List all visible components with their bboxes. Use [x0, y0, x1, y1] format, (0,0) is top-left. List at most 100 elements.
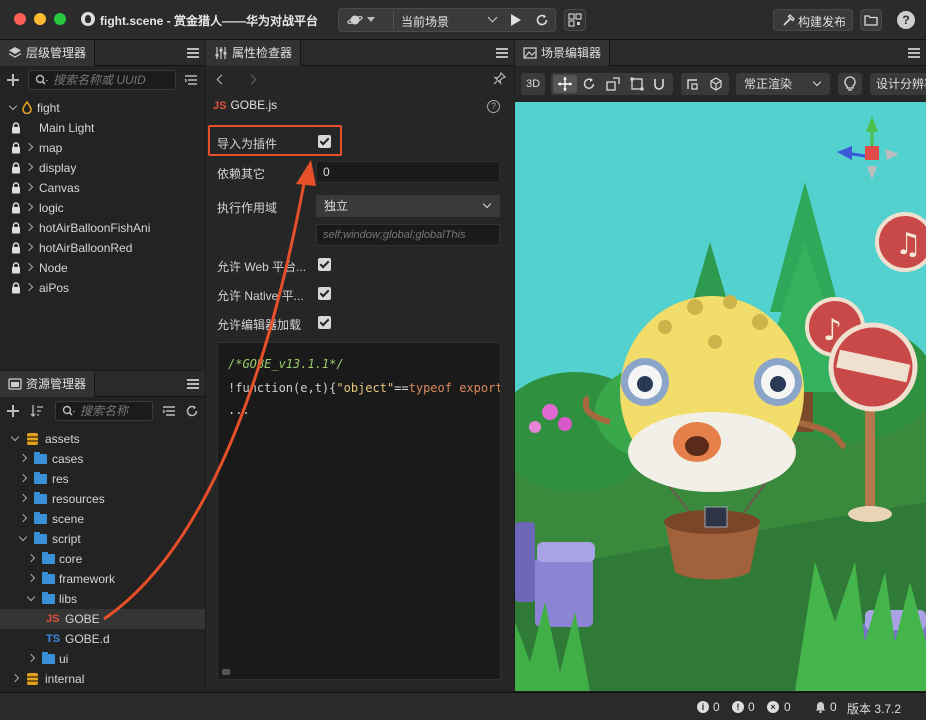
- back-arrow-icon[interactable]: [216, 74, 227, 85]
- chevron-right-icon[interactable]: [26, 553, 36, 563]
- code-preview[interactable]: /*GOBE_v13.1.1*/ !function(e,t){"object"…: [217, 342, 501, 680]
- warning-icon[interactable]: !: [732, 701, 744, 713]
- scope-select[interactable]: 独立: [316, 195, 500, 217]
- chevron-right-icon[interactable]: [26, 573, 36, 583]
- sort-list-icon[interactable]: [162, 404, 176, 418]
- asset-row-internal[interactable]: internal: [0, 669, 205, 689]
- lock-icon[interactable]: [11, 122, 21, 134]
- lock-icon[interactable]: [11, 162, 21, 174]
- asset-row-folder[interactable]: ui: [0, 649, 205, 669]
- chevron-down-icon[interactable]: [8, 101, 18, 111]
- chevron-right-icon[interactable]: [24, 142, 34, 152]
- tree-row-node[interactable]: hotAirBalloonFishAni: [0, 218, 205, 238]
- allow-web-checkbox[interactable]: [318, 258, 331, 271]
- lock-icon[interactable]: [11, 202, 21, 214]
- scene-viewport[interactable]: ♫ ♪: [515, 102, 926, 691]
- rotate-tool-icon[interactable]: [581, 76, 597, 92]
- depends-input[interactable]: 0: [316, 161, 500, 183]
- render-mode-select[interactable]: 常正渲染: [736, 73, 830, 95]
- orientation-gizmo[interactable]: [837, 116, 899, 180]
- asset-row-folder[interactable]: cases: [0, 449, 205, 469]
- lock-icon[interactable]: [11, 182, 21, 194]
- chevron-down-icon[interactable]: [10, 432, 20, 442]
- design-resolution-select[interactable]: 设计分辨率: [870, 73, 926, 95]
- scale-tool-icon[interactable]: [605, 76, 621, 92]
- chevron-right-icon[interactable]: [24, 202, 34, 212]
- tree-row-node[interactable]: Main Light: [0, 118, 205, 138]
- chevron-down-icon[interactable]: [26, 592, 36, 602]
- asset-row-folder[interactable]: resources: [0, 489, 205, 509]
- asset-row-folder[interactable]: res: [0, 469, 205, 489]
- inspector-menu-icon[interactable]: [496, 48, 508, 58]
- lock-icon[interactable]: [11, 282, 21, 294]
- sort-list-icon[interactable]: [184, 73, 198, 87]
- tree-row-node[interactable]: display: [0, 158, 205, 178]
- pin-icon[interactable]: [493, 72, 506, 85]
- forward-arrow-icon[interactable]: [246, 74, 257, 85]
- chevron-right-icon[interactable]: [24, 262, 34, 272]
- lighting-toggle-button[interactable]: [838, 73, 862, 95]
- help-button[interactable]: ?: [897, 11, 915, 29]
- tab-inspector[interactable]: 属性检查器: [206, 40, 302, 66]
- chevron-down-icon[interactable]: [18, 532, 28, 542]
- scope-vars-input[interactable]: self;window;global;globalThis: [316, 224, 500, 246]
- tab-scene-editor[interactable]: 场景编辑器: [515, 40, 611, 66]
- add-asset-icon[interactable]: [6, 404, 20, 418]
- tree-row-node[interactable]: aiPos: [0, 278, 205, 298]
- lock-icon[interactable]: [11, 242, 21, 254]
- lock-icon[interactable]: [11, 142, 21, 154]
- asset-row-assets[interactable]: assets: [0, 429, 205, 449]
- assets-menu-icon[interactable]: [187, 379, 199, 389]
- asset-row-folder[interactable]: framework: [0, 569, 205, 589]
- assets-search-input[interactable]: [80, 403, 146, 419]
- tree-row-node[interactable]: Canvas: [0, 178, 205, 198]
- chevron-right-icon[interactable]: [24, 222, 34, 232]
- chevron-right-icon[interactable]: [26, 653, 36, 663]
- chevron-right-icon[interactable]: [10, 673, 20, 683]
- chevron-down-icon[interactable]: [367, 17, 375, 22]
- snap-magnet-icon[interactable]: [651, 76, 667, 92]
- chevron-right-icon[interactable]: [18, 453, 28, 463]
- bell-icon[interactable]: [815, 701, 826, 713]
- open-project-folder-button[interactable]: [860, 9, 882, 31]
- chevron-right-icon[interactable]: [24, 242, 34, 252]
- rect-tool-icon[interactable]: [629, 76, 645, 92]
- tree-row-node[interactable]: map: [0, 138, 205, 158]
- play-icon[interactable]: [511, 14, 521, 26]
- add-node-icon[interactable]: [6, 73, 20, 87]
- chevron-right-icon[interactable]: [18, 473, 28, 483]
- hierarchy-menu-icon[interactable]: [187, 48, 199, 58]
- allow-native-checkbox[interactable]: [318, 287, 331, 300]
- scene-menu-icon[interactable]: [908, 48, 920, 58]
- chevron-right-icon[interactable]: [24, 182, 34, 192]
- tree-row-node[interactable]: Node: [0, 258, 205, 278]
- asset-row-folder[interactable]: scene: [0, 509, 205, 529]
- planet-icon[interactable]: [347, 13, 363, 27]
- refresh-icon[interactable]: [185, 404, 199, 418]
- local-space-icon[interactable]: [708, 76, 724, 92]
- asset-row-folder[interactable]: libs: [0, 589, 205, 609]
- tree-row-fight[interactable]: fight: [0, 98, 205, 118]
- allow-editor-checkbox[interactable]: [318, 316, 331, 329]
- chevron-right-icon[interactable]: [24, 282, 34, 292]
- move-tool-icon[interactable]: [557, 76, 573, 92]
- asset-row-gobe-d-ts[interactable]: TS GOBE.d: [0, 629, 205, 649]
- info-icon[interactable]: i: [697, 701, 709, 713]
- close-window-button[interactable]: [14, 13, 26, 25]
- chevron-right-icon[interactable]: [24, 162, 34, 172]
- qr-code-button[interactable]: [564, 9, 586, 31]
- tree-row-node[interactable]: hotAirBalloonRed: [0, 238, 205, 258]
- preview-scene-select[interactable]: 当前场景: [401, 13, 501, 30]
- help-icon[interactable]: ?: [487, 100, 500, 113]
- minimize-window-button[interactable]: [34, 13, 46, 25]
- scene-render[interactable]: ♫ ♪: [515, 102, 926, 691]
- chevron-right-icon[interactable]: [18, 493, 28, 503]
- asset-row-folder[interactable]: script: [0, 529, 205, 549]
- toggle-3d-button[interactable]: 3D: [521, 73, 545, 95]
- lock-icon[interactable]: [11, 222, 21, 234]
- tab-hierarchy[interactable]: 层级管理器: [0, 40, 96, 66]
- lock-icon[interactable]: [11, 262, 21, 274]
- error-icon[interactable]: ×: [767, 701, 779, 713]
- tree-row-node[interactable]: logic: [0, 198, 205, 218]
- code-scrollbar[interactable]: [222, 669, 230, 675]
